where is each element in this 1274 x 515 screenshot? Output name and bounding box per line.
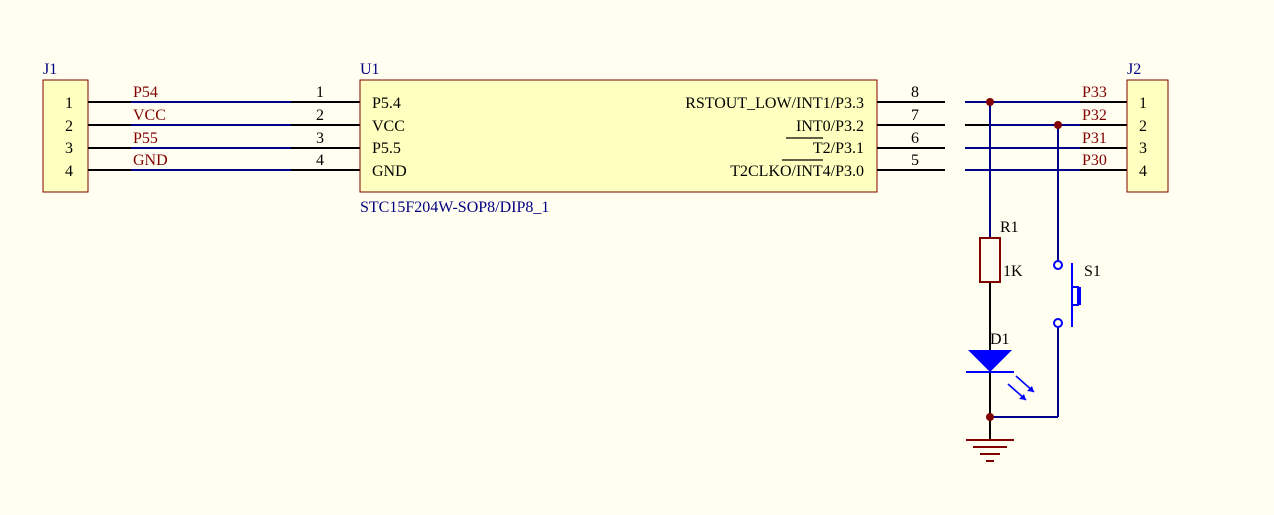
net-label-p54: P54 xyxy=(133,84,158,101)
u1-pin-8-number: 8 xyxy=(911,84,919,101)
d1-designator: D1 xyxy=(990,331,1010,348)
net-label-p55: P55 xyxy=(133,130,158,147)
resistor-r1[interactable]: R1 1K xyxy=(979,219,1023,283)
u1-part-number: STC15F204W-SOP8/DIP8_1 xyxy=(360,199,549,216)
net-label-gnd: GND xyxy=(133,152,168,169)
led-d1[interactable]: D1 xyxy=(966,331,1035,401)
u1-pin-name-p5-5: P5.5 xyxy=(372,140,401,157)
net-label-p33: P33 xyxy=(1082,84,1107,101)
chip-u1[interactable]: U1 STC15F204W-SOP8/DIP8_1 P5.4 VCC P5.5 … xyxy=(359,61,878,216)
j1-pin-1-number: 1 xyxy=(65,95,73,112)
r1-designator: R1 xyxy=(1000,219,1019,236)
switch-contact-top xyxy=(1053,260,1063,270)
u1-pin-name-gnd: GND xyxy=(372,163,407,180)
junction-p33 xyxy=(986,98,994,106)
u1-pin-6-number: 6 xyxy=(911,130,919,147)
j1-pin-2-number: 2 xyxy=(65,118,73,135)
j2-pin-1-number: 1 xyxy=(1139,95,1147,112)
j1-designator: J1 xyxy=(43,61,57,78)
j2-designator: J2 xyxy=(1127,61,1141,78)
u1-pin-2-number: 2 xyxy=(316,107,324,124)
net-label-p32: P32 xyxy=(1082,107,1107,124)
j2-pin-4-number: 4 xyxy=(1139,163,1147,180)
connector-j1[interactable]: J1 1 2 3 4 xyxy=(42,61,89,193)
u1-designator: U1 xyxy=(360,61,380,78)
s1-designator: S1 xyxy=(1084,263,1101,280)
j1-pin-4-number: 4 xyxy=(65,163,73,180)
switch-s1[interactable]: S1 xyxy=(1053,260,1101,328)
j2-pin-3-number: 3 xyxy=(1139,140,1147,157)
u1-pin-name-p3-1: T2/P3.1 xyxy=(813,140,864,157)
u1-pin-name-p3-0: T2CLKO/INT4/P3.0 xyxy=(730,163,864,180)
r1-value: 1K xyxy=(1003,263,1023,280)
resistor-symbol xyxy=(979,237,1001,283)
junction-p32 xyxy=(1054,121,1062,129)
net-label-vcc: VCC xyxy=(133,107,166,124)
u1-pin-name-p5-4: P5.4 xyxy=(372,95,401,112)
led-triangle xyxy=(968,350,1012,372)
u1-pin-name-p3-2: INT0/P3.2 xyxy=(796,118,864,135)
j1-pin-3-number: 3 xyxy=(65,140,73,157)
u1-pin-3-number: 3 xyxy=(316,130,324,147)
ground-icon xyxy=(966,439,1014,462)
net-label-p31: P31 xyxy=(1082,130,1107,147)
u1-pin-name-p3-3: RSTOUT_LOW/INT1/P3.3 xyxy=(685,95,864,112)
u1-pin-7-number: 7 xyxy=(911,107,919,124)
net-label-p30: P30 xyxy=(1082,152,1107,169)
schematic-canvas: J1 1 2 3 4 P54 VCC P55 GND 1 2 3 4 U1 ST… xyxy=(42,61,1169,462)
switch-contact-bottom xyxy=(1053,318,1063,328)
u1-pin-4-number: 4 xyxy=(316,152,324,169)
u1-pin-5-number: 5 xyxy=(911,152,919,169)
connector-j2[interactable]: J2 1 2 3 4 xyxy=(1126,61,1169,193)
u1-pin-1-number: 1 xyxy=(316,84,324,101)
j2-pin-2-number: 2 xyxy=(1139,118,1147,135)
u1-pin-name-vcc: VCC xyxy=(372,118,405,135)
junction-gnd xyxy=(986,413,994,421)
j2-body xyxy=(1126,79,1169,193)
